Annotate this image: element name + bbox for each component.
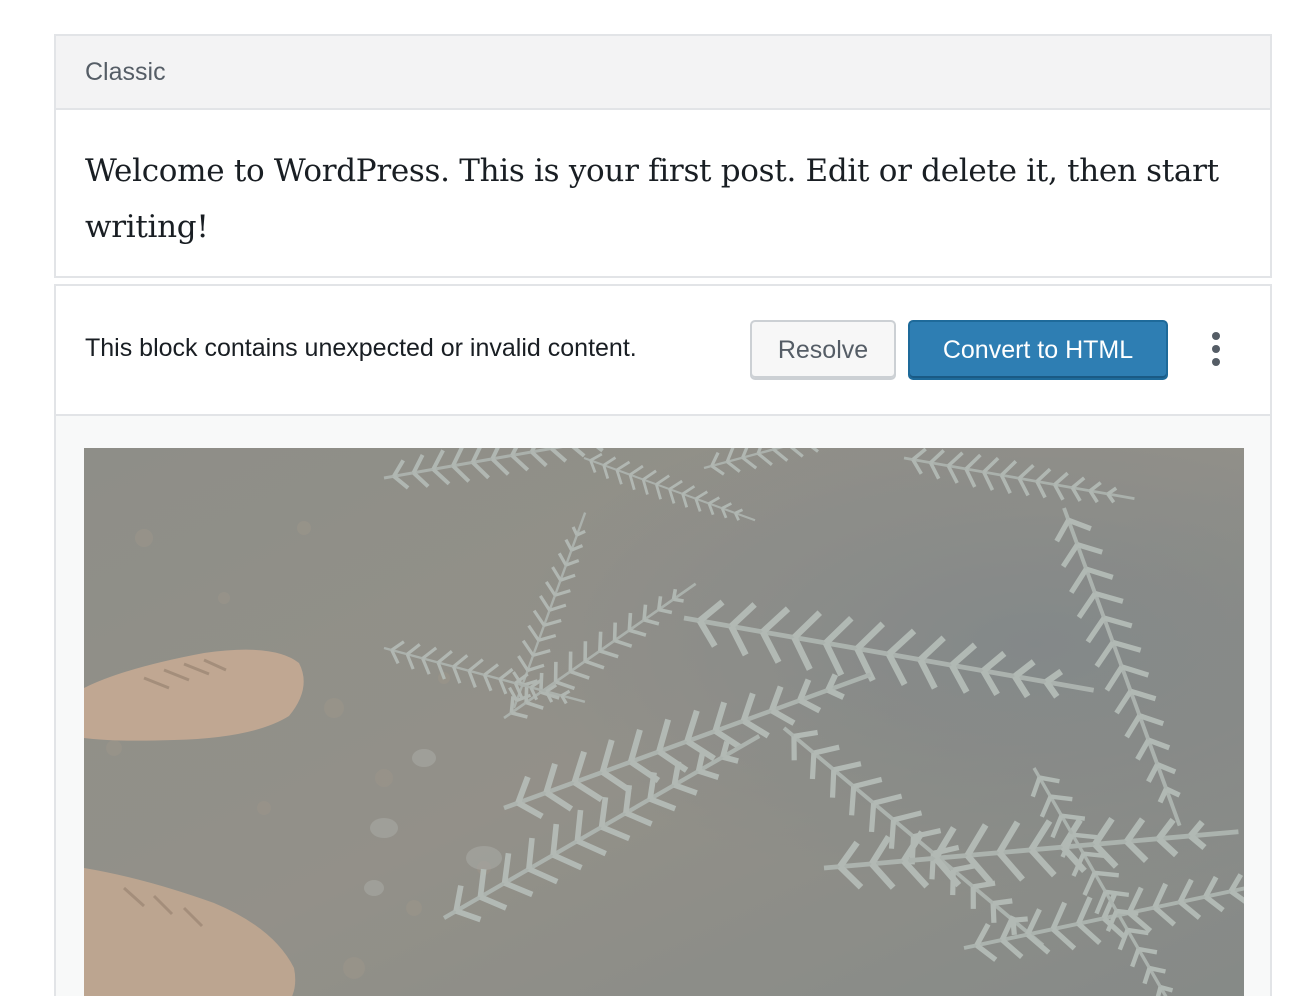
classic-block[interactable]: Classic Welcome to WordPress. This is yo… bbox=[54, 34, 1272, 278]
block-warning-message: This block contains unexpected or invali… bbox=[85, 334, 637, 362]
classic-block-toolbar: Classic bbox=[56, 36, 1270, 110]
more-dot bbox=[1212, 332, 1220, 340]
convert-to-html-button[interactable]: Convert to HTML bbox=[908, 320, 1168, 380]
resolve-button[interactable]: Resolve bbox=[750, 320, 896, 380]
invalid-block: This block contains unexpected or invali… bbox=[54, 284, 1272, 996]
more-vertical-icon[interactable] bbox=[1196, 326, 1236, 372]
classic-block-label: Classic bbox=[85, 57, 166, 86]
classic-block-content[interactable]: Welcome to WordPress. This is your first… bbox=[56, 110, 1270, 255]
block-warning-bar: This block contains unexpected or invali… bbox=[56, 286, 1270, 416]
more-dot bbox=[1212, 345, 1220, 353]
more-dot bbox=[1212, 358, 1220, 366]
forest-photo-icon bbox=[84, 448, 1244, 996]
block-image bbox=[84, 448, 1244, 996]
